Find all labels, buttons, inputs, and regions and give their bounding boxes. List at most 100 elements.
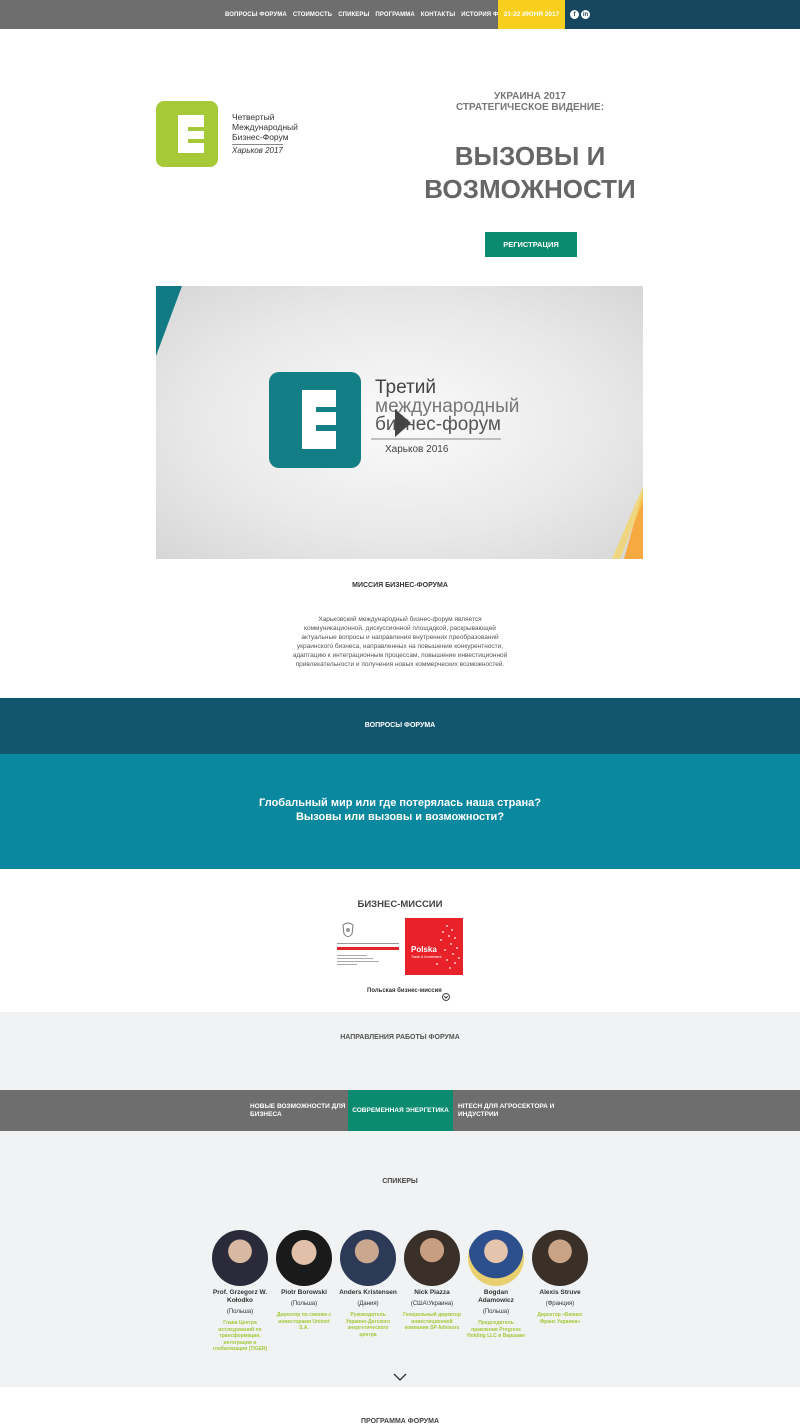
speaker-role: Генеральный директор инвестиционной комп… [401,1312,463,1332]
directions-title: НАПРАВЛЕНИЯ РАБОТЫ ФОРУМА [340,1034,460,1041]
scroll-down-chevron-icon[interactable] [393,1372,407,1382]
tab-new-opportunities[interactable]: НОВЫЕ ВОЗМОЖНОСТИ ДЛЯ БИЗНЕСА [250,1090,348,1131]
tab-modern-energy[interactable]: СОВРЕМЕННАЯ ЭНЕРГЕТИКА [348,1090,453,1131]
top-navbar: ВОПРОСЫ ФОРУМА СТОИМОСТЬ СПИКЕРЫ ПРОГРАМ… [0,0,800,29]
mission-line: Харьковский международный бизнес-форум я… [318,616,482,623]
social-area [565,0,800,29]
nav-link-speakers[interactable]: СПИКЕРЫ [338,12,369,18]
hero-block: УКРАИНА 2017 СТРАТЕГИЧЕСКОЕ ВИДЕНИЕ: ВЫЗ… [420,91,640,206]
directions-section: НАПРАВЛЕНИЯ РАБОТЫ ФОРУМА [0,1012,800,1090]
speaker-photo [468,1230,524,1286]
logo-year: Харьков 2017 [232,144,283,155]
speaker-role-line: Директор по связям с [276,1312,332,1318]
questions-band: Глобальный мир или где потерялась наша с… [0,754,800,869]
nav-link-questions[interactable]: ВОПРОСЫ ФОРУМА [225,12,287,18]
question-line-2: Вызовы или вызовы и возможности? [295,811,505,823]
speaker-card[interactable]: Piotr Borowski (Польша) Директор по связ… [273,1230,335,1332]
play-icon[interactable] [393,409,413,437]
speaker-role: Директор «Бизнес Франс Украина» [529,1312,591,1325]
speaker-country: (Франция) [545,1301,575,1307]
polish-embassy-logo-icon [337,922,399,965]
speaker-role-line: S.A. [299,1325,309,1331]
speaker-card[interactable]: Bogdan Adamowicz (Польша) Председатель п… [465,1230,527,1340]
speaker-role-line: Генеральный директор [402,1312,462,1318]
speaker-role: Директор по связям с инвесторами Unimot … [273,1312,335,1332]
questions-text: Глобальный мир или где потерялась наша с… [0,796,800,824]
speaker-name: Kołodko [227,1297,253,1304]
speaker-card[interactable]: Nick Piazza (США\Украина) Генеральный ди… [401,1230,463,1332]
speaker-country: (Польша) [290,1301,318,1307]
hero-title-1: ВЫЗОВЫ И [454,141,606,171]
speaker-role-line: Директор «Бизнес [537,1312,583,1318]
speaker-country: (Дания) [357,1301,379,1307]
nav-link-program[interactable]: ПРОГРАММА [375,12,414,18]
speaker-card[interactable]: Alexis Struve (Франция) Директор «Бизнес… [529,1230,591,1325]
linkedin-icon[interactable]: in [581,10,590,19]
program-title: ПРОГРАММА ФОРУМА [360,1418,440,1425]
speaker-photo [532,1230,588,1286]
speaker-name: Nick Piazza [414,1289,450,1296]
mission-line: коммуникационной, дискуссионной площадко… [304,625,496,632]
video-title-1: Третий [375,377,436,398]
tab-label: БИЗНЕСА [250,1110,282,1118]
mission-title: МИССИЯ БИЗНЕС-ФОРУМА [352,582,448,589]
speaker-country: (США\Украина) [410,1301,454,1307]
expand-chevron-icon[interactable] [442,993,450,1001]
event-date-badge: 21-22 ИЮНЯ 2017 [498,0,565,29]
speaker-country: (Польша) [226,1309,254,1315]
nav-links: ВОПРОСЫ ФОРУМА СТОИМОСТЬ СПИКЕРЫ ПРОГРАМ… [225,0,520,29]
speaker-card[interactable]: Prof. Grzegorz W. Kołodko (Польша) Глава… [209,1230,271,1353]
tab-label: HITECH ДЛЯ АГРОСЕКТОРА И [458,1102,555,1110]
mission-line: украинского бизнеса, направленных на пов… [296,643,504,650]
video-player[interactable]: Третий международный бизнес-форум Харько… [156,286,643,559]
mission-line: актуальные вопросы и направления внутрен… [301,634,499,641]
facebook-icon[interactable]: f [570,10,579,19]
hero-title-2: ВОЗМОЖНОСТИ [424,174,636,204]
tab-label: СОВРЕМЕННАЯ ЭНЕРГЕТИКА [352,1106,449,1114]
speaker-name: Piotr Borowski [281,1289,327,1296]
questions-header-band: ВОПРОСЫ ФОРУМА [0,698,800,754]
forum-logo-icon [156,101,218,167]
speaker-photo [276,1230,332,1286]
speaker-role-line: центра [359,1331,377,1338]
speaker-role: Руководитель Украино-Датского энергетиче… [337,1312,399,1338]
speakers-section [0,1131,800,1387]
nav-link-contacts[interactable]: КОНТАКТЫ [421,12,455,18]
tab-hitech-agro[interactable]: HITECH ДЛЯ АГРОСЕКТОРА И ИНДУСТРИИ [458,1090,568,1131]
speaker-role: Глава Центра исследований по трансформац… [209,1320,271,1353]
logo-line-1: Четвертый [232,112,275,122]
speaker-country: (Польша) [482,1309,510,1315]
speaker-name: Prof. Grzegorz W. [212,1289,268,1296]
speakers-title: СПИКЕРЫ [382,1178,418,1185]
speaker-photo [212,1230,268,1286]
question-line-1: Глобальный мир или где потерялась наша с… [259,797,541,809]
speaker-role: Председатель правления Progress Holding … [465,1320,527,1340]
directions-tabs: НОВЫЕ ВОЗМОЖНОСТИ ДЛЯ БИЗНЕСА СОВРЕМЕННАЯ… [0,1090,800,1131]
speaker-name: Adamowicz [478,1297,514,1304]
polish-mission-label[interactable]: Польская бизнес-миссия [367,988,442,994]
tab-label: НОВЫЕ ВОЗМОЖНОСТИ ДЛЯ [250,1102,346,1110]
speaker-photo [404,1230,460,1286]
speaker-name: Anders Kristensen [339,1289,397,1296]
video-city: Харьков 2016 [385,444,449,455]
speaker-card[interactable]: Anders Kristensen (Дания) Руководитель У… [337,1230,399,1338]
speaker-role-line: Франс Украина» [539,1318,581,1325]
hero-subtitle-1: УКРАИНА 2017 [494,91,566,102]
speaker-role-line: Holding LLC в Варшаве [467,1333,525,1339]
speaker-name: Alexis Struve [539,1289,581,1296]
forum-logo-text: Четвертый Международный Бизнес-Форум Хар… [232,112,298,156]
speaker-name: Bogdan [483,1289,509,1296]
register-button[interactable]: РЕГИСТРАЦИЯ [485,232,577,257]
speaker-role-line: глобализации (TIGER) [212,1346,268,1352]
tab-label: ИНДУСТРИИ [458,1110,499,1118]
polska-label: Polska [411,945,437,954]
hero-subtitle-2: СТРАТЕГИЧЕСКОЕ ВИДЕНИЕ: [455,102,605,113]
polska-trade-logo: Polska Trade & Investment [405,918,463,975]
speaker-role-line: компании SP Advisors [404,1325,460,1331]
speaker-photo [340,1230,396,1286]
missions-title: БИЗНЕС-МИССИИ [357,899,443,910]
questions-title: ВОПРОСЫ ФОРУМА [364,722,436,729]
nav-link-price[interactable]: СТОИМОСТЬ [293,12,332,18]
logo-line-3: Бизнес-Форум [232,132,289,142]
mission-line: привлекательности и получения новых комм… [295,661,505,668]
